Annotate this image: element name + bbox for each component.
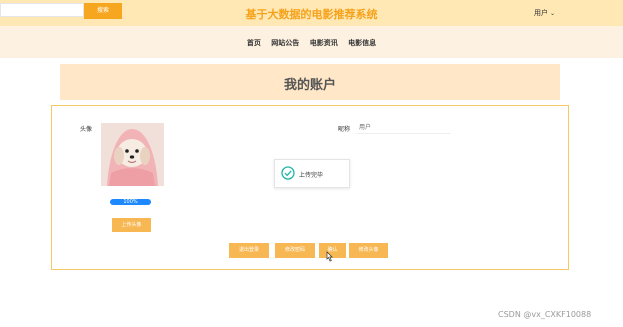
top-header: 搜索 基于大数据的电影推荐系统 用户 ⌄ xyxy=(0,0,623,26)
avatar xyxy=(101,123,164,186)
account-card: 头像 100% 上传头像 昵称 用户 上传完毕 退出登录 修改密码 确认 修改头… xyxy=(51,105,569,270)
mouse-cursor-icon xyxy=(326,251,333,262)
toast-message: 上传完毕 xyxy=(299,172,324,179)
watermark: CSDN @vx_CXKF10088 xyxy=(498,310,592,319)
main-nav: 首页 网站公告 电影资讯 电影信息 xyxy=(0,26,623,58)
upload-progress-bar: 100% xyxy=(110,199,151,205)
site-title: 基于大数据的电影推荐系统 xyxy=(245,8,378,21)
chevron-down-icon: ⌄ xyxy=(550,10,556,17)
user-menu-label: 用户 xyxy=(534,9,548,17)
user-menu[interactable]: 用户 ⌄ xyxy=(534,8,555,18)
logout-button[interactable]: 退出登录 xyxy=(229,243,269,258)
nickname-label: 昵称 xyxy=(338,126,351,133)
page-banner: 我的账户 xyxy=(60,64,560,100)
check-circle-icon xyxy=(281,166,295,180)
nav-item-news[interactable]: 电影资讯 xyxy=(310,39,338,47)
change-avatar-button[interactable]: 修改头像 xyxy=(349,243,388,258)
upload-avatar-button[interactable]: 上传头像 xyxy=(112,218,151,232)
nav-item-announcements[interactable]: 网站公告 xyxy=(271,39,299,47)
nav-item-movies[interactable]: 电影信息 xyxy=(348,39,376,47)
nav-item-home[interactable]: 首页 xyxy=(247,39,261,47)
upload-complete-toast: 上传完毕 xyxy=(274,159,350,188)
change-password-button[interactable]: 修改密码 xyxy=(275,243,315,258)
avatar-label: 头像 xyxy=(80,126,93,133)
page-title: 我的账户 xyxy=(283,78,336,93)
nickname-input[interactable]: 用户 xyxy=(356,122,451,134)
